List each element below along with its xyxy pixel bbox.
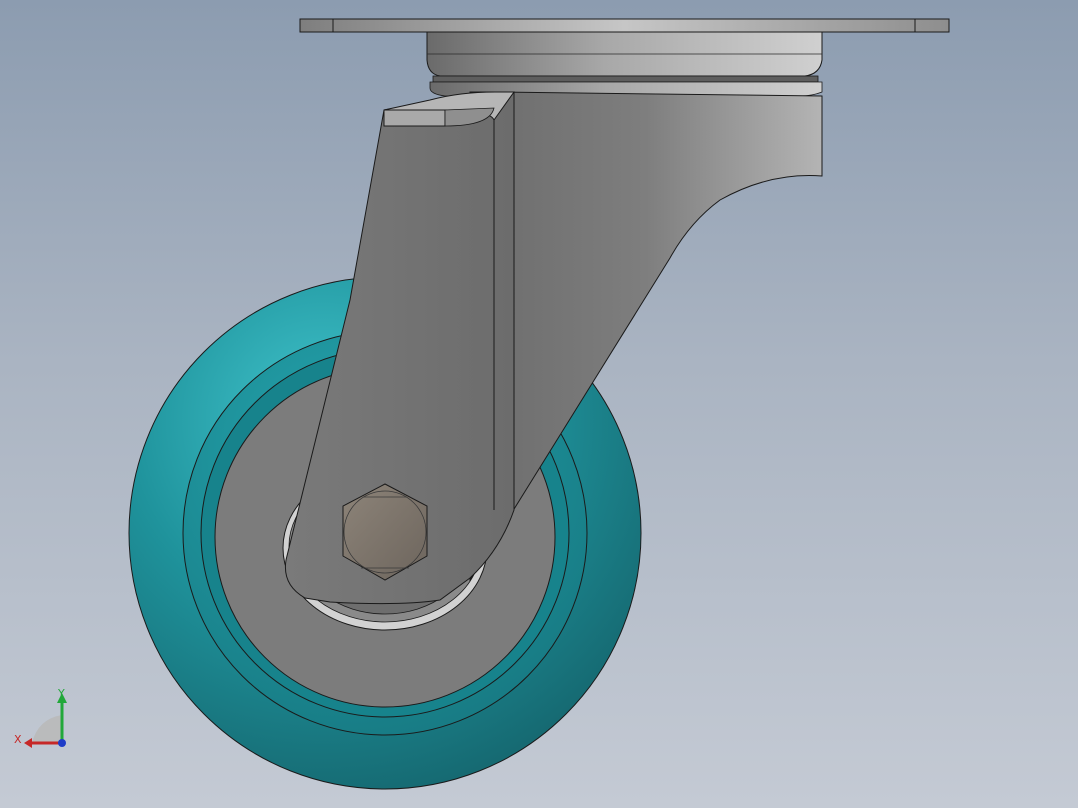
axis-x-label: X bbox=[14, 733, 22, 746]
caster-wheel-model[interactable] bbox=[0, 0, 1078, 808]
orientation-triad: Y X bbox=[10, 685, 80, 755]
3d-viewport[interactable]: Y X bbox=[0, 0, 1078, 808]
swivel-bearing[interactable] bbox=[426, 31, 823, 97]
top-mounting-plate[interactable] bbox=[299, 18, 950, 33]
axis-y-label: Y bbox=[58, 687, 65, 700]
